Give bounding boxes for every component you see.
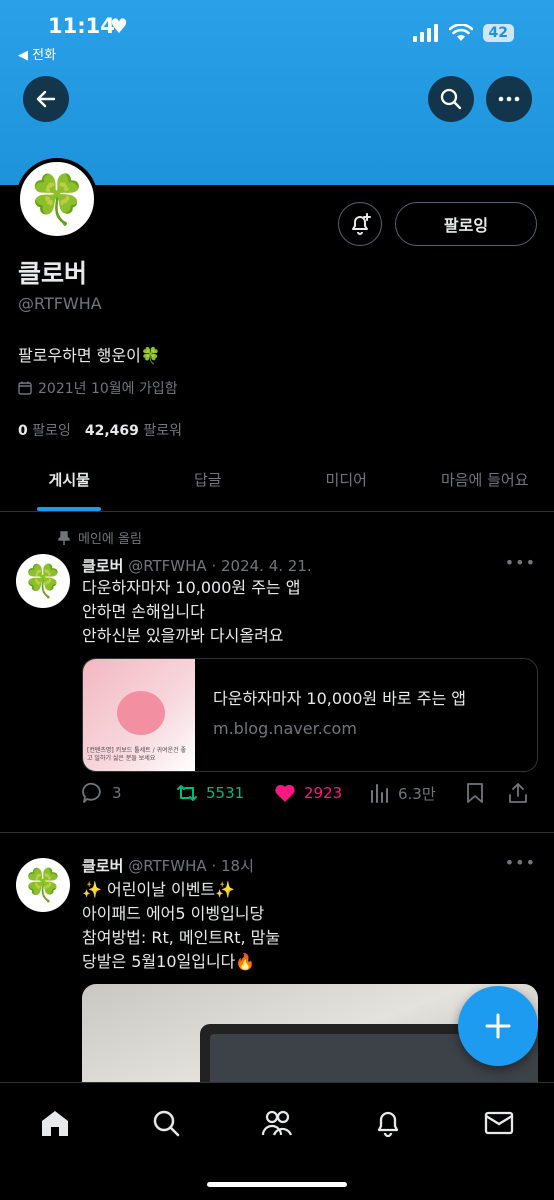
repost-button[interactable]: 5531	[176, 783, 274, 803]
following-count: 0	[18, 423, 28, 439]
arrow-left-icon	[36, 90, 56, 108]
post-line: 안하면 손해입니다	[82, 602, 205, 621]
post-text: ✨ 어린이날 이벤트✨ 아이패드 에어5 이벵입니당 참여방법: Rt, 메인트…	[82, 878, 280, 974]
post-header: 클로버 @RTFWHA · 18시	[82, 855, 254, 876]
nav-communities[interactable]	[257, 1103, 297, 1143]
home-icon	[42, 1111, 69, 1136]
back-button[interactable]	[23, 76, 69, 122]
followers-stat[interactable]: 42,469 팔로워	[85, 420, 182, 440]
profile-avatar[interactable]: 🍀	[16, 158, 98, 240]
repost-count: 5531	[206, 784, 245, 802]
bell-plus-icon	[352, 213, 371, 235]
link-thumbnail: [컨텐츠명] 키보드 툴세트 / 귀여운건 좋고 일하기 싫은 분들 보세요	[83, 659, 195, 771]
home-indicator	[207, 1182, 347, 1187]
post-avatar[interactable]: 🍀	[16, 554, 70, 608]
back-to-app-link[interactable]: ◀ 전화	[18, 44, 56, 63]
link-info: 다운하자마자 10,000원 바로 주는 앱 m.blog.naver.com	[195, 659, 466, 771]
calendar-icon	[18, 381, 32, 395]
reply-icon	[82, 782, 101, 803]
mail-icon	[484, 1111, 513, 1135]
following-button[interactable]: 팔로잉	[395, 202, 537, 246]
search-icon	[440, 88, 462, 110]
link-title: 다운하자마자 10,000원 바로 주는 앱	[213, 689, 466, 708]
post-author-name[interactable]: 클로버	[82, 557, 123, 575]
people-icon	[261, 1110, 293, 1136]
post-more-button[interactable]: •••	[505, 853, 536, 872]
profile-name: 클로버	[18, 259, 88, 288]
nav-search[interactable]	[146, 1103, 186, 1143]
compose-button[interactable]	[458, 986, 538, 1066]
post-author-name[interactable]: 클로버	[82, 857, 123, 875]
post-more-button[interactable]: •••	[505, 553, 536, 572]
pinned-indicator: 메인에 올림	[58, 528, 142, 547]
nav-notifications[interactable]	[368, 1103, 408, 1143]
tab-replies[interactable]: 답글	[139, 448, 278, 511]
following-label: 팔로잉	[32, 423, 71, 439]
post-header: 클로버 @RTFWHA · 2024. 4. 21.	[82, 555, 312, 576]
search-icon	[153, 1110, 180, 1137]
search-button[interactable]	[428, 76, 474, 122]
post-divider	[0, 832, 554, 833]
views-button[interactable]: 6.3만	[370, 783, 466, 804]
followers-label: 팔로워	[143, 423, 182, 439]
reply-button[interactable]: 3	[82, 782, 176, 804]
status-time: 11:14	[48, 14, 115, 38]
view-count: 6.3만	[398, 784, 436, 803]
battery-level: 42	[482, 24, 514, 42]
profile-bio: 팔로우하면 행운이🍀	[18, 346, 161, 365]
post-line: 아이패드 에어5 이벵입니당	[82, 904, 265, 923]
signal-icon	[412, 24, 438, 42]
tab-posts[interactable]: 게시물	[0, 448, 139, 511]
post-text: 다운하자마자 10,000원 주는 앱 안하면 손해입니다 안하신분 있을까봐 …	[82, 576, 300, 648]
thumbnail-caption: [컨텐츠명] 키보드 툴세트 / 귀여운건 좋고 일하기 싫은 분들 보세요	[87, 747, 187, 762]
pin-icon	[58, 530, 70, 545]
clover-icon: 🍀	[23, 562, 63, 600]
post-line: 당발은 5월10일입니다🔥	[82, 952, 256, 971]
post-avatar[interactable]: 🍀	[16, 858, 70, 912]
tab-media[interactable]: 미디어	[277, 448, 416, 511]
heart-filled-icon	[275, 784, 295, 802]
notifications-button[interactable]	[338, 202, 382, 246]
profile-handle: @RTFWHA	[18, 294, 102, 313]
post-line: 다운하자마자 10,000원 주는 앱	[82, 578, 301, 597]
joined-text: 2021년 10월에 가입함	[38, 381, 178, 397]
wifi-icon	[448, 24, 473, 41]
post-meta: @RTFWHA · 18시	[128, 857, 254, 875]
following-stat[interactable]: 0 팔로잉	[18, 420, 71, 440]
character-illustration	[117, 691, 165, 735]
link-preview-card[interactable]: [컨텐츠명] 키보드 툴세트 / 귀여운건 좋고 일하기 싫은 분들 보세요 다…	[82, 658, 538, 772]
followers-count: 42,469	[84, 423, 139, 439]
post-actions: 3 5531 2923 6.3만	[82, 782, 538, 804]
tab-likes[interactable]: 마음에 들어요	[416, 448, 554, 511]
plus-icon	[485, 1013, 511, 1039]
status-indicators: 42	[412, 24, 514, 42]
bookmark-icon	[467, 783, 483, 803]
bookmark-button[interactable]	[466, 782, 508, 804]
nav-messages[interactable]	[479, 1103, 519, 1143]
post-meta: @RTFWHA · 2024. 4. 21.	[128, 557, 312, 575]
share-icon	[509, 783, 527, 803]
link-domain: m.blog.naver.com	[213, 719, 357, 738]
like-count: 2923	[304, 784, 343, 802]
clover-icon: 🍀	[27, 171, 87, 228]
clover-icon: 🍀	[23, 866, 63, 904]
bell-icon	[377, 1111, 398, 1137]
reply-count: 3	[112, 784, 122, 802]
follow-stats: 0 팔로잉 42,469 팔로워	[18, 420, 182, 440]
post-line: 참여방법: Rt, 메인트Rt, 맘눌	[82, 928, 281, 947]
more-icon	[498, 96, 520, 102]
post-line: 안하신분 있을까봐 다시올려요	[82, 626, 284, 645]
profile-tabs: 게시물 답글 미디어 마음에 들어요	[0, 448, 554, 512]
analytics-icon	[371, 784, 388, 803]
repost-icon	[177, 785, 197, 801]
more-options-button[interactable]	[486, 76, 532, 122]
share-button[interactable]	[508, 782, 528, 804]
joined-date: 2021년 10월에 가입함	[18, 378, 178, 398]
nav-home[interactable]	[35, 1103, 75, 1143]
post-line: ✨ 어린이날 이벤트✨	[82, 880, 236, 899]
heart-icon: ♥	[110, 14, 128, 38]
pinned-label: 메인에 올림	[78, 532, 142, 547]
like-button[interactable]: 2923	[274, 783, 370, 803]
